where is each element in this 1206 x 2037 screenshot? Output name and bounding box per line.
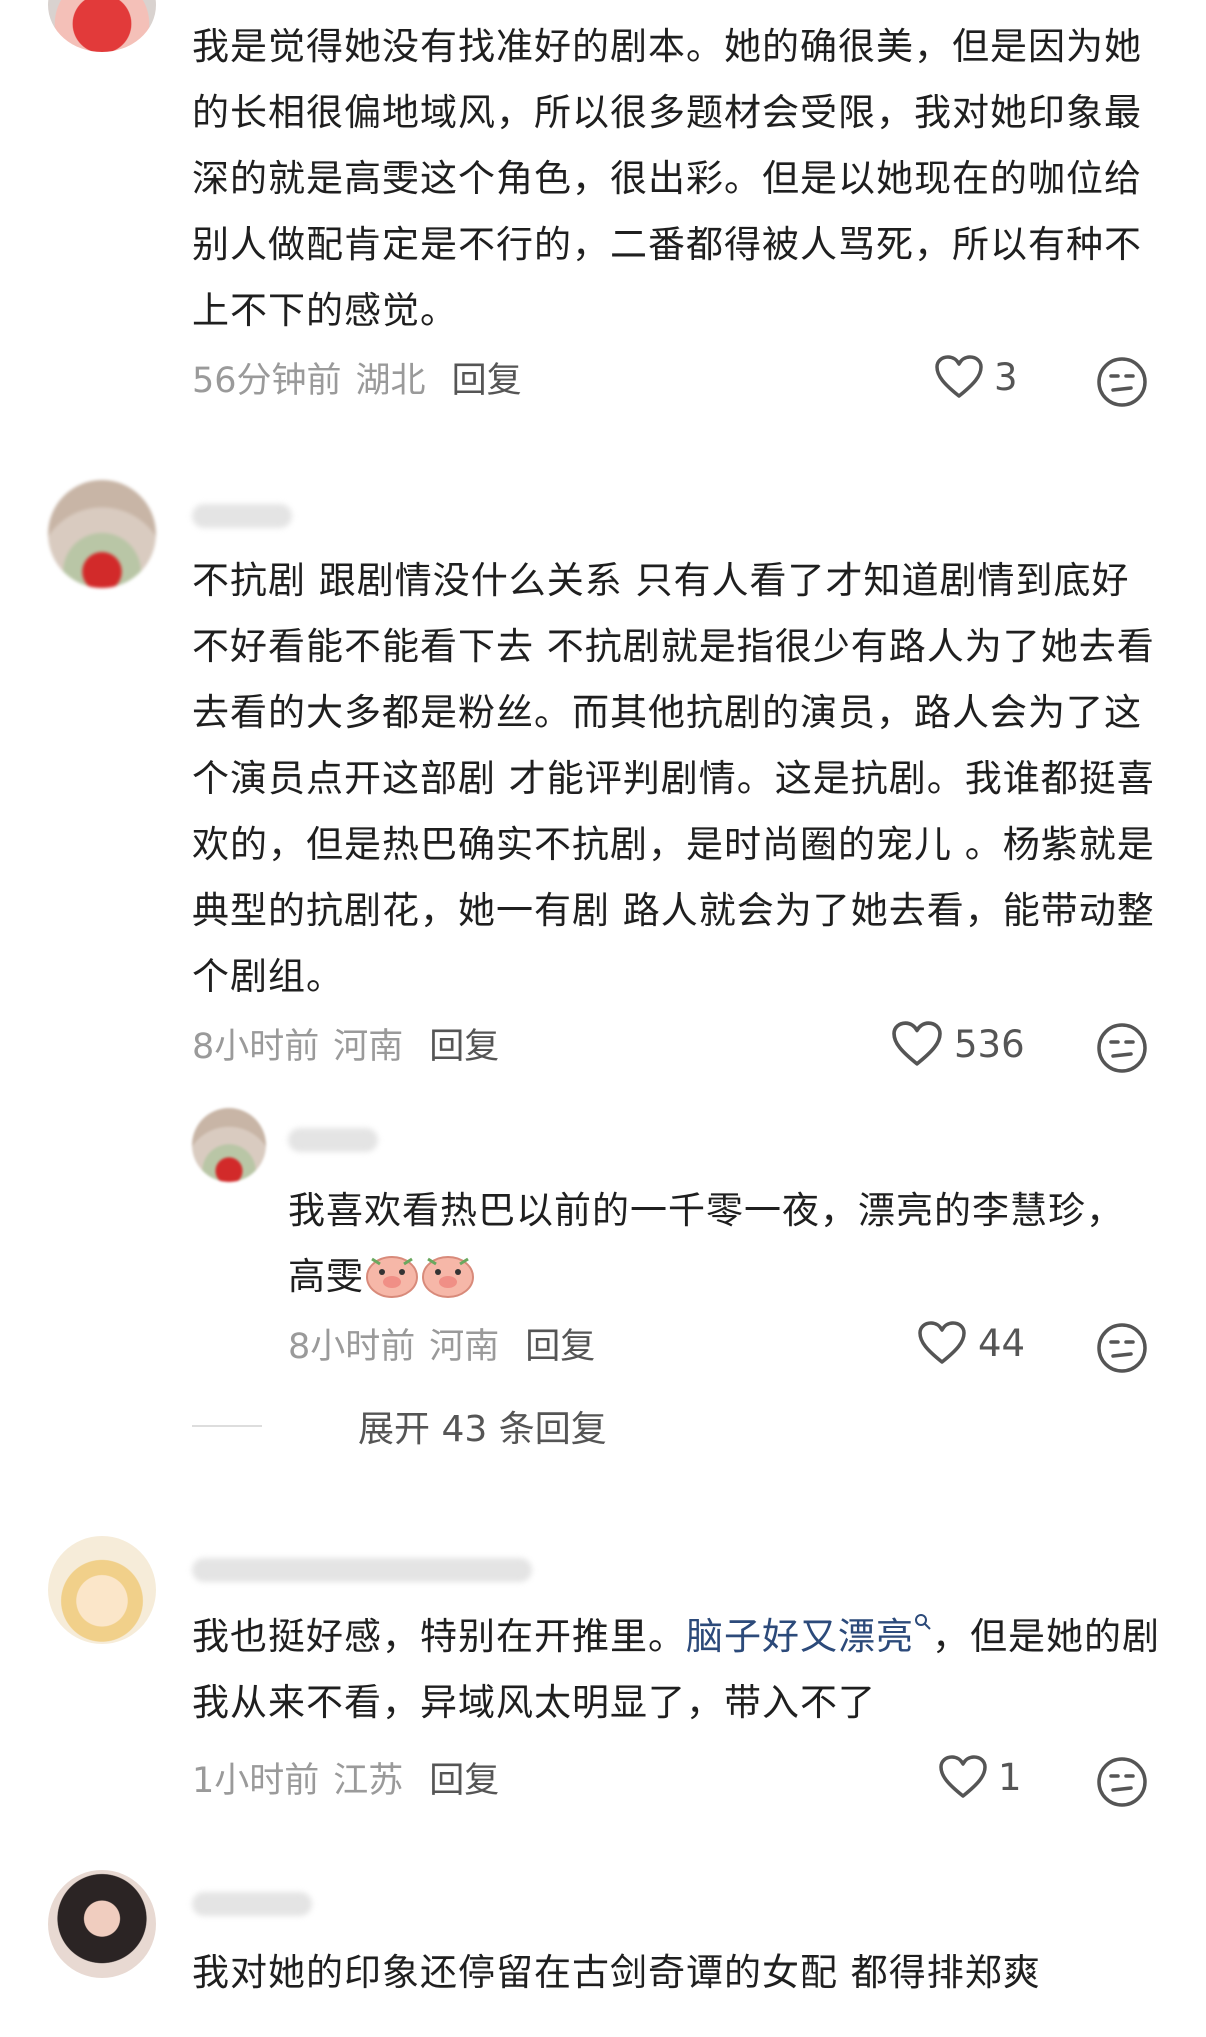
reply-button[interactable]: 回复 (429, 1761, 499, 1801)
comment-text: 不抗剧 跟剧情没什么关系 只有人看了才知道剧情到底好不好看能不能看下去 不抗剧就… (192, 559, 1155, 998)
divider (192, 1425, 262, 1427)
reply-avatar[interactable] (192, 1108, 266, 1182)
topic-link-text: 脑子好又漂亮 (686, 1615, 914, 1658)
comment-meta: 8小时前 河南 回复 (192, 1018, 499, 1069)
dislike-face-icon[interactable] (1096, 1322, 1148, 1374)
like-button[interactable]: 536 (890, 1020, 1025, 1068)
username[interactable] (192, 504, 292, 528)
expand-replies-button[interactable]: 展开 43 条回复 (192, 1400, 607, 1452)
avatar[interactable] (48, 0, 156, 52)
reply-username[interactable] (288, 1128, 378, 1152)
dislike-face-icon[interactable] (1096, 1022, 1148, 1074)
comment-text-before: 我也挺好感，特别在开推里。 (192, 1615, 686, 1658)
reply-button[interactable]: 回复 (429, 1027, 499, 1067)
expand-replies-label: 展开 43 条回复 (358, 1409, 607, 1450)
username[interactable] (192, 1558, 532, 1582)
like-button[interactable]: 44 (916, 1320, 1025, 1366)
like-count: 536 (954, 1022, 1025, 1066)
reply-button[interactable]: 回复 (525, 1327, 595, 1367)
comment-time: 8小时前 (192, 1027, 320, 1067)
comment-location: 河南 (429, 1327, 500, 1367)
heart-icon (939, 1755, 987, 1798)
comment-text: 我也挺好感，特别在开推里。脑子好又漂亮 ，但是她的剧我从来不看，异域风太明显了，带… (192, 1604, 1162, 1736)
comment-text: 我对她的印象还停留在古剑奇谭的女配 都得排郑爽 (192, 1951, 1041, 1994)
reply-button[interactable]: 回复 (452, 361, 522, 401)
search-icon (915, 1614, 931, 1630)
dislike-face-icon[interactable] (1096, 1756, 1148, 1808)
avatar[interactable] (48, 1536, 156, 1644)
pig-sticker-icon (422, 1256, 474, 1298)
comment-time: 56分钟前 (192, 361, 342, 401)
username[interactable] (192, 1892, 312, 1916)
like-count: 1 (998, 1755, 1022, 1799)
comment-meta: 1小时前 江苏 回复 (192, 1752, 499, 1803)
comment-time: 1小时前 (192, 1761, 320, 1801)
like-count: 44 (978, 1321, 1026, 1365)
heart-icon (892, 1021, 942, 1066)
avatar[interactable] (48, 480, 156, 588)
comment-meta: 56分钟前 湖北 回复 (192, 352, 522, 403)
topic-link[interactable]: 脑子好又漂亮 (686, 1614, 932, 1658)
pig-sticker-icon (366, 1256, 418, 1298)
dislike-face-icon[interactable] (1096, 356, 1148, 408)
comment-location: 江苏 (333, 1761, 404, 1801)
comment-location: 河南 (333, 1027, 404, 1067)
like-count: 3 (994, 355, 1018, 399)
like-button[interactable]: 1 (938, 1754, 1022, 1800)
heart-icon (918, 1321, 966, 1364)
comment-location: 湖北 (355, 361, 426, 401)
avatar[interactable] (48, 1870, 156, 1978)
comment-text: 我是觉得她没有找准好的剧本。她的确很美，但是因为她的长相很偏地域风，所以很多题材… (192, 25, 1142, 332)
comment-time: 8小时前 (288, 1327, 416, 1367)
heart-icon (935, 355, 983, 398)
reply-meta: 8小时前 河南 回复 (288, 1318, 595, 1369)
like-button[interactable]: 3 (934, 354, 1018, 400)
reply-text: 我喜欢看热巴以前的一千零一夜，漂亮的李慧珍，高雯 (288, 1178, 1148, 1310)
